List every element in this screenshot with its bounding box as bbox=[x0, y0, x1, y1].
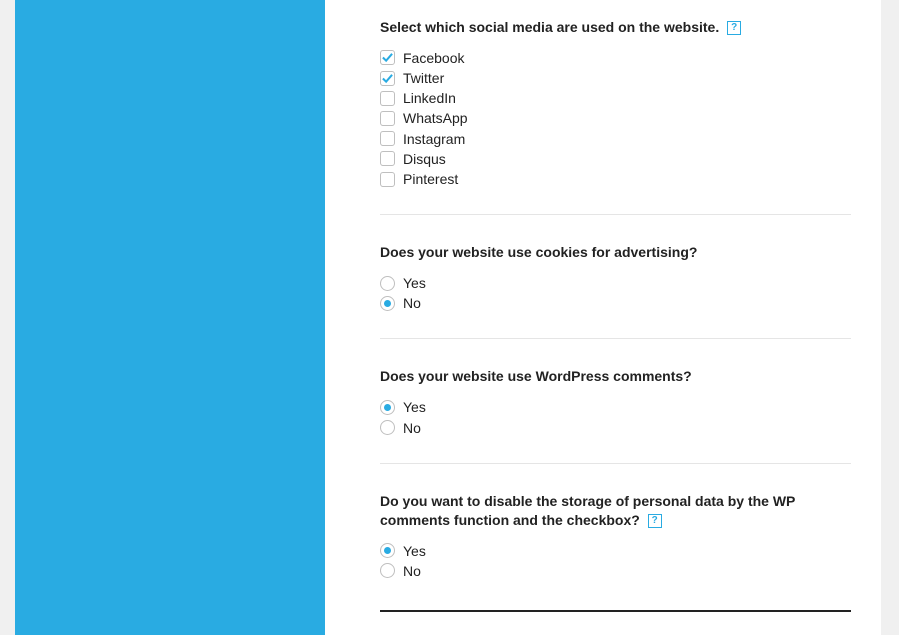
main-panel: Select which social media are used on th… bbox=[325, 0, 881, 635]
checkbox-label: Instagram bbox=[403, 130, 465, 148]
checkbox-icon bbox=[380, 151, 395, 166]
checkbox-icon bbox=[380, 172, 395, 187]
radio-wp-comments-yes[interactable]: Yes bbox=[380, 398, 851, 416]
disable-storage-options: Yes No bbox=[380, 542, 851, 580]
cookies-ads-heading: Does your website use cookies for advert… bbox=[380, 243, 851, 262]
wp-comments-options: Yes No bbox=[380, 398, 851, 436]
disable-storage-heading: Do you want to disable the storage of pe… bbox=[380, 492, 851, 530]
checkbox-icon bbox=[380, 50, 395, 65]
cookies-ads-options: Yes No bbox=[380, 274, 851, 312]
checkbox-icon bbox=[380, 131, 395, 146]
checkbox-instagram[interactable]: Instagram bbox=[380, 130, 851, 148]
section-social-media: Select which social media are used on th… bbox=[380, 0, 851, 214]
radio-disable-storage-no[interactable]: No bbox=[380, 562, 851, 580]
checkbox-pinterest[interactable]: Pinterest bbox=[380, 170, 851, 188]
radio-label: No bbox=[403, 562, 421, 580]
radio-label: No bbox=[403, 294, 421, 312]
wp-comments-heading: Does your website use WordPress comments… bbox=[380, 367, 851, 386]
left-gutter bbox=[0, 0, 15, 635]
radio-wp-comments-no[interactable]: No bbox=[380, 419, 851, 437]
checkbox-disqus[interactable]: Disqus bbox=[380, 150, 851, 168]
radio-label: No bbox=[403, 419, 421, 437]
sidebar bbox=[15, 0, 325, 635]
checkbox-icon bbox=[380, 71, 395, 86]
social-heading: Select which social media are used on th… bbox=[380, 18, 851, 37]
disable-storage-heading-text: Do you want to disable the storage of pe… bbox=[380, 493, 795, 528]
checkbox-linkedin[interactable]: LinkedIn bbox=[380, 89, 851, 107]
right-gutter bbox=[881, 0, 899, 635]
radio-label: Yes bbox=[403, 274, 426, 292]
radio-icon bbox=[380, 543, 395, 558]
radio-label: Yes bbox=[403, 398, 426, 416]
radio-cookies-ads-no[interactable]: No bbox=[380, 294, 851, 312]
help-icon[interactable]: ? bbox=[727, 21, 741, 35]
checkbox-twitter[interactable]: Twitter bbox=[380, 69, 851, 87]
checkbox-label: LinkedIn bbox=[403, 89, 456, 107]
radio-icon bbox=[380, 400, 395, 415]
checkbox-label: Twitter bbox=[403, 69, 444, 87]
section-disable-storage: Do you want to disable the storage of pe… bbox=[380, 463, 851, 606]
checkbox-label: Pinterest bbox=[403, 170, 458, 188]
checkbox-label: WhatsApp bbox=[403, 109, 468, 127]
section-wp-comments: Does your website use WordPress comments… bbox=[380, 338, 851, 462]
checkbox-label: Disqus bbox=[403, 150, 446, 168]
radio-label: Yes bbox=[403, 542, 426, 560]
radio-icon bbox=[380, 276, 395, 291]
checkbox-icon bbox=[380, 111, 395, 126]
radio-icon bbox=[380, 420, 395, 435]
help-icon[interactable]: ? bbox=[648, 514, 662, 528]
radio-disable-storage-yes[interactable]: Yes bbox=[380, 542, 851, 560]
radio-icon bbox=[380, 563, 395, 578]
social-heading-text: Select which social media are used on th… bbox=[380, 19, 719, 35]
radio-icon bbox=[380, 296, 395, 311]
checkbox-facebook[interactable]: Facebook bbox=[380, 49, 851, 67]
checkbox-label: Facebook bbox=[403, 49, 464, 67]
radio-cookies-ads-yes[interactable]: Yes bbox=[380, 274, 851, 292]
section-cookies-ads: Does your website use cookies for advert… bbox=[380, 214, 851, 338]
checkbox-icon bbox=[380, 91, 395, 106]
footer-buttons: previous save next bbox=[380, 612, 851, 635]
social-options: Facebook Twitter LinkedIn WhatsApp Insta… bbox=[380, 49, 851, 188]
checkbox-whatsapp[interactable]: WhatsApp bbox=[380, 109, 851, 127]
